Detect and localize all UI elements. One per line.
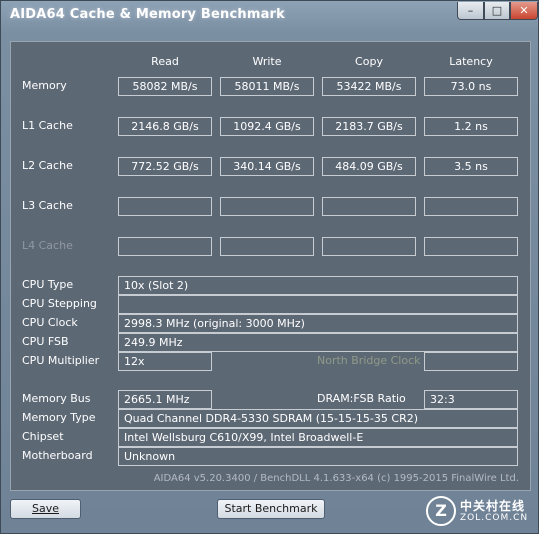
memory-latency-value: 73.0 ns: [424, 77, 518, 96]
dram-fsb-ratio-value: 32:3: [424, 390, 518, 409]
version-copyright-text: AIDA64 v5.20.3400 / BenchDLL 4.1.633-x64…: [153, 473, 519, 484]
cpu-type-label: CPU Type: [22, 278, 74, 291]
north-bridge-clock-label: North Bridge Clock: [317, 354, 421, 367]
l4-copy-value: [322, 237, 416, 256]
cpu-multiplier-value: 12x: [118, 352, 212, 371]
l4-read-value: [118, 237, 212, 256]
memory-write-value: 58011 MB/s: [220, 77, 314, 96]
title-bar[interactable]: AIDA64 Cache & Memory Benchmark – □ ✕: [1, 1, 538, 29]
chipset-label: Chipset: [22, 430, 64, 443]
chipset-value: Intel Wellsburg C610/X99, Intel Broadwel…: [118, 428, 518, 447]
results-panel: Read Write Copy Latency Memory 58082 MB/…: [10, 41, 531, 491]
row-label-memory: Memory: [22, 79, 67, 92]
memory-type-label: Memory Type: [22, 411, 96, 424]
l3-copy-value: [322, 197, 416, 216]
memory-type-value: Quad Channel DDR4-5330 SDRAM (15-15-15-3…: [118, 409, 518, 428]
cpu-clock-value: 2998.3 MHz (original: 3000 MHz): [118, 314, 518, 333]
column-header-copy: Copy: [355, 55, 383, 68]
l1-copy-value: 2183.7 GB/s: [322, 117, 416, 136]
motherboard-value: Unknown: [118, 447, 518, 466]
row-label-l2-cache: L2 Cache: [22, 159, 73, 172]
zol-watermark: Z 中关村在线 ZOL.COM.CN: [426, 496, 531, 528]
row-label-l4-cache: L4 Cache: [22, 239, 73, 252]
cpu-fsb-label: CPU FSB: [22, 335, 69, 348]
dram-fsb-ratio-label: DRAM:FSB Ratio: [317, 392, 406, 405]
cpu-fsb-value: 249.9 MHz: [118, 333, 518, 352]
minimize-button[interactable]: –: [457, 2, 484, 20]
save-button-label: Save: [31, 502, 59, 515]
l3-latency-value: [424, 197, 518, 216]
cpu-stepping-value: [118, 295, 518, 314]
l4-write-value: [220, 237, 314, 256]
l2-read-value: 772.52 GB/s: [118, 157, 212, 176]
cpu-multiplier-label: CPU Multiplier: [22, 354, 100, 367]
l2-latency-value: 3.5 ns: [424, 157, 518, 176]
l3-read-value: [118, 197, 212, 216]
save-button[interactable]: Save: [10, 499, 81, 519]
column-header-read: Read: [151, 55, 179, 68]
zol-watermark-en: ZOL.COM.CN: [460, 513, 529, 523]
memory-bus-label: Memory Bus: [22, 392, 91, 405]
memory-bus-value: 2665.1 MHz: [118, 390, 212, 409]
start-benchmark-button[interactable]: Start Benchmark: [217, 499, 325, 519]
maximize-button[interactable]: □: [484, 2, 510, 20]
column-header-latency: Latency: [449, 55, 493, 68]
cpu-stepping-label: CPU Stepping: [22, 297, 97, 310]
north-bridge-clock-value: [424, 352, 518, 371]
close-button[interactable]: ✕: [510, 2, 538, 20]
column-header-write: Write: [252, 55, 282, 68]
memory-copy-value: 53422 MB/s: [322, 77, 416, 96]
l1-latency-value: 1.2 ns: [424, 117, 518, 136]
l2-write-value: 340.14 GB/s: [220, 157, 314, 176]
l1-read-value: 2146.8 GB/s: [118, 117, 212, 136]
motherboard-label: Motherboard: [22, 449, 93, 462]
l1-write-value: 1092.4 GB/s: [220, 117, 314, 136]
zol-logo-icon: Z: [426, 496, 456, 526]
start-benchmark-button-label: Start Benchmark: [224, 502, 318, 515]
cpu-type-value: 10x (Slot 2): [118, 276, 518, 295]
row-label-l3-cache: L3 Cache: [22, 199, 73, 212]
l2-copy-value: 484.09 GB/s: [322, 157, 416, 176]
memory-read-value: 58082 MB/s: [118, 77, 212, 96]
benchmark-window: AIDA64 Cache & Memory Benchmark – □ ✕ Re…: [0, 0, 539, 534]
window-title: AIDA64 Cache & Memory Benchmark: [10, 7, 286, 22]
l3-write-value: [220, 197, 314, 216]
l4-latency-value: [424, 237, 518, 256]
row-label-l1-cache: L1 Cache: [22, 119, 73, 132]
zol-watermark-cn: 中关村在线: [460, 499, 526, 513]
cpu-clock-label: CPU Clock: [22, 316, 78, 329]
